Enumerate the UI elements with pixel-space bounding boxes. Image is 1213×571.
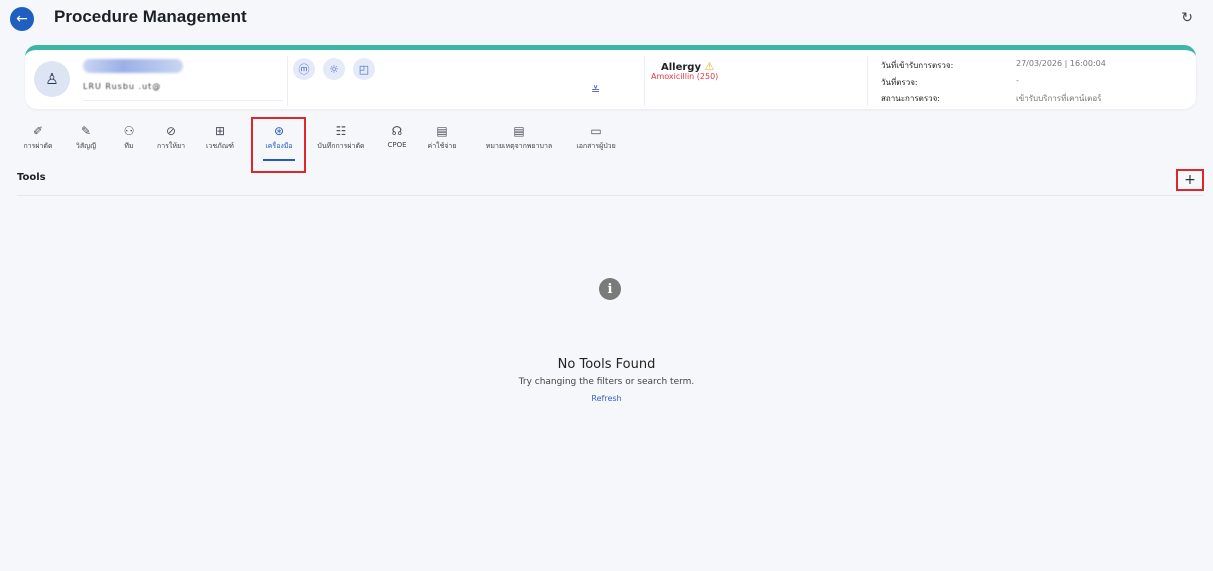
visit-date-label: วันที่เข้ารับการตรวจ: [881, 61, 954, 70]
team-icon: ⚇ [123, 124, 135, 138]
tab-highlight-box [251, 117, 306, 173]
tab-cpoe[interactable]: ☊ CPOE [382, 124, 412, 149]
notes-icon: ▤ [513, 124, 525, 138]
refresh-link: Refresh [0, 394, 1213, 403]
page-title: Procedure Management [54, 7, 247, 26]
tab-label: เอกสารผู้ป่วย [576, 142, 616, 150]
add-tool-button[interactable]: + [1176, 169, 1204, 191]
monitor-icon[interactable]: ⓜ [293, 58, 315, 80]
refresh-link-text[interactable]: Refresh [591, 394, 621, 403]
chevron-double-down-icon[interactable]: ≚ [591, 84, 600, 97]
patient-card: ♙ LRU Rusbu .ut@ ⓜ ☼ ◰ ≚ Allergy ⚠ Amoxi… [25, 45, 1196, 109]
refresh-icon[interactable]: ↻ [1181, 10, 1193, 26]
tab-label: การผ่าตัด [23, 142, 53, 150]
top-bar: ← Procedure Management ↻ [0, 0, 1213, 40]
tab-label: เวชภัณฑ์ [206, 142, 234, 150]
tab-label: หมายเหตุจากพยาบาล [485, 142, 553, 150]
tab-label: การให้ยา [157, 142, 185, 150]
tab-label: วิสัญญี [75, 142, 97, 150]
user-avatar-icon: ♙ [34, 61, 70, 97]
tab-label: บันทึกการผ่าตัด [317, 142, 365, 150]
tab-nurse-notes[interactable]: ▤ หมายเหตุจากพยาบาล [483, 124, 555, 152]
tab-supplies[interactable]: ⊞ เวชภัณฑ์ [200, 124, 240, 152]
empty-state-title: No Tools Found [557, 357, 656, 372]
receipt-icon: ▤ [436, 124, 448, 138]
folder-icon: ▭ [590, 124, 602, 138]
pen-icon: ✐ [32, 124, 44, 138]
tab-anesthesia[interactable]: ✎ วิสัญญี [66, 124, 106, 152]
tab-surgery-record[interactable]: ☷ บันทึกการผ่าตัด [313, 124, 369, 152]
divider [867, 56, 868, 106]
document-icon[interactable]: ◰ [353, 58, 375, 80]
divider [644, 56, 645, 106]
tab-label: ทีม [124, 142, 134, 150]
tab-medication[interactable]: ⊘ การให้ยา [150, 124, 192, 152]
stethoscope-icon: ☊ [391, 124, 403, 138]
info-icon: i [599, 278, 621, 300]
patient-id-redacted: LRU Rusbu .ut@ [83, 82, 162, 91]
visit-date-value: 27/03/2026 | 16:00:04 [1016, 59, 1106, 68]
tab-label: ค่าใช้จ่าย [427, 142, 457, 150]
exam-status-value: เข้ารับบริการที่เคาน์เตอร์ [1016, 94, 1102, 103]
exam-date-label: วันที่ตรวจ: [881, 78, 918, 87]
divider [83, 100, 283, 101]
tab-surgery[interactable]: ✐ การผ่าตัด [16, 124, 60, 152]
back-arrow-icon[interactable]: ← [10, 7, 34, 31]
exam-date-value: - [1016, 76, 1019, 85]
divider [17, 195, 1204, 196]
grid-icon: ⊞ [214, 124, 226, 138]
record-icon: ☷ [335, 124, 347, 138]
allergy-drug: Amoxicillin (250) [651, 72, 719, 81]
pill-icon: ⊘ [165, 124, 177, 138]
tab-patient-documents[interactable]: ▭ เอกสารผู้ป่วย [566, 124, 626, 152]
syringe-icon: ✎ [80, 124, 92, 138]
empty-state-subtitle: Try changing the filters or search term. [518, 377, 695, 387]
tab-label: CPOE [387, 141, 407, 149]
sun-icon[interactable]: ☼ [323, 58, 345, 80]
patient-name-redacted [83, 59, 183, 73]
tab-expenses[interactable]: ▤ ค่าใช้จ่าย [421, 124, 463, 152]
section-title: Tools [17, 172, 46, 183]
divider [287, 56, 288, 106]
tab-team[interactable]: ⚇ ทีม [114, 124, 144, 152]
exam-status-label: สถานะการตรวจ: [881, 94, 940, 103]
